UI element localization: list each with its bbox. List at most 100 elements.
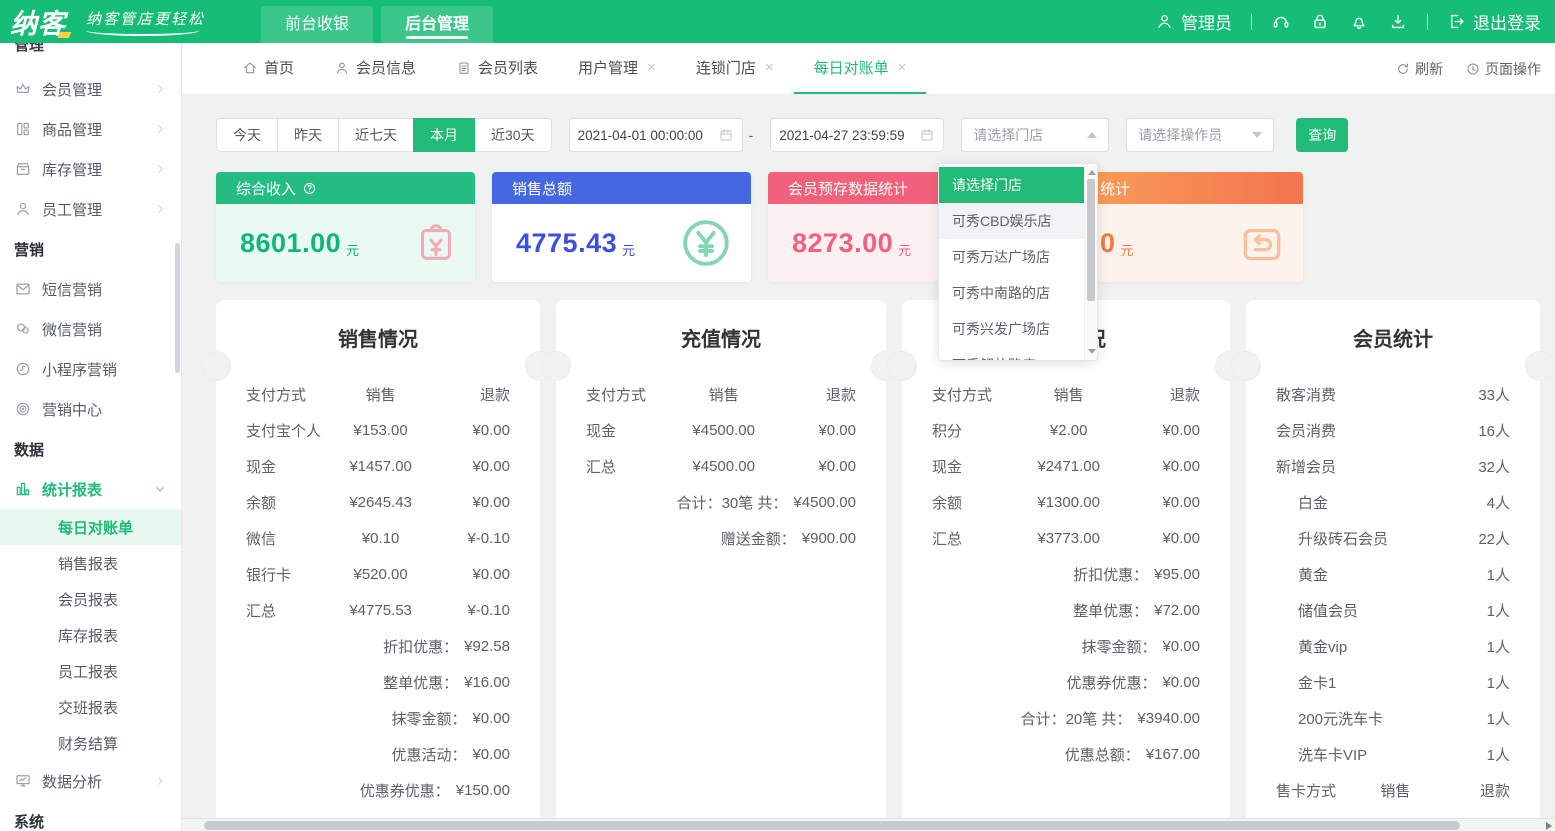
content: 今天昨天近七天本月近30天 - 请选择门店 请选择操作员 查询 综合收入 860… (182, 95, 1555, 831)
sidebar-item[interactable]: 数据分析 (0, 761, 181, 801)
sidebar-item[interactable]: 员工管理 (0, 189, 181, 229)
horizontal-scrollbar[interactable] (182, 818, 1555, 831)
quick-range-button[interactable]: 昨天 (277, 118, 339, 152)
report-panels: 销售情况 支付方式销售退款支付宝个人¥153.00¥0.00现金¥1457.00… (216, 300, 1540, 831)
store-option[interactable]: 可秀CBD娱乐店 (939, 203, 1097, 239)
staff-icon (14, 200, 32, 218)
panel-row: 优惠券优惠：¥150.00 (216, 772, 540, 808)
panel-row: 支付方式销售退款 (902, 376, 1230, 412)
sidebar-item[interactable]: 每日对账单 (0, 509, 181, 545)
panel-row: 洗车卡VIP1人 (1246, 736, 1540, 772)
dropdown-scrollbar-thumb[interactable] (1087, 179, 1095, 301)
page-actions-button[interactable]: 页面操作 (1465, 59, 1541, 79)
chevr-icon (154, 775, 167, 787)
headset-icon[interactable] (1271, 12, 1291, 32)
quick-range-group: 今天昨天近七天本月近30天 (216, 118, 552, 152)
store-select[interactable]: 请选择门店 (961, 118, 1109, 152)
store-option[interactable]: 可秀兴发广场店 (939, 311, 1097, 347)
sidebar-item[interactable]: 营销中心 (0, 389, 181, 429)
scroll-down-arrow-icon[interactable] (1088, 349, 1096, 354)
tab-bar: 首页会员信息会员列表用户管理×连锁门店×每日对账单× 刷新 页面操作 (182, 43, 1555, 95)
card-title: 综合收入 (236, 178, 296, 199)
panel-row: 银行卡¥520.00¥0.00 (216, 556, 540, 592)
sidebar-item[interactable]: 库存管理 (0, 149, 181, 189)
sidebar-item[interactable]: 商品管理 (0, 109, 181, 149)
top-nav-tab[interactable]: 后台管理 (381, 6, 493, 43)
sidebar-item[interactable]: 短信营销 (0, 269, 181, 309)
panel-row: 微信¥0.10¥-0.10 (216, 520, 540, 556)
panel-row: 现金¥2471.00¥0.00 (902, 448, 1230, 484)
panel-row: 折扣优惠：¥92.58 (216, 628, 540, 664)
lock-icon[interactable] (1310, 12, 1330, 32)
horizontal-scrollbar-thumb[interactable] (204, 821, 1460, 830)
sidebar-item[interactable]: 财务结算 (0, 725, 181, 761)
dropdown-scrollbar[interactable] (1084, 165, 1097, 359)
user-icon (334, 60, 350, 76)
download-icon[interactable] (1388, 12, 1408, 32)
page-tab[interactable]: 会员信息 (314, 43, 436, 94)
page-tab[interactable]: 用户管理× (558, 43, 676, 94)
page-tab[interactable]: 连锁门店× (676, 43, 794, 94)
chevr-icon (154, 83, 167, 95)
sidebar-item[interactable]: 数据 (0, 429, 181, 469)
quick-range-button[interactable]: 今天 (216, 118, 278, 152)
panel-row: 整单优惠：¥72.00 (902, 592, 1230, 628)
miniapp-icon (14, 360, 32, 378)
page-tab[interactable]: 会员列表 (436, 43, 558, 94)
panel-row: 金卡11人 (1246, 664, 1540, 700)
sidebar-item[interactable]: 统计报表 (0, 469, 181, 509)
search-button[interactable]: 查询 (1296, 118, 1348, 152)
store-option[interactable]: 可秀中南路的店 (939, 275, 1097, 311)
target-icon (14, 400, 32, 418)
card-unit: 元 (622, 240, 635, 259)
sidebar-item[interactable]: 会员管理 (0, 69, 181, 109)
store-option[interactable]: 可秀解放路店 (939, 347, 1097, 361)
store-option[interactable]: 请选择门店 (939, 167, 1097, 203)
stock-icon (14, 160, 32, 178)
sidebar-item[interactable]: 小程序营销 (0, 349, 181, 389)
page-tab[interactable]: 首页 (222, 43, 314, 94)
scroll-right-arrow-icon[interactable] (1546, 822, 1552, 830)
bell-icon[interactable] (1349, 12, 1369, 32)
date-from-field[interactable] (569, 118, 743, 152)
sidebar-item[interactable]: 会员报表 (0, 581, 181, 617)
close-tab-icon[interactable]: × (647, 59, 656, 76)
user-menu[interactable]: 管理员 (1155, 9, 1232, 34)
date-to-field[interactable] (770, 118, 944, 152)
date-from-input[interactable] (578, 128, 718, 143)
sidebar-item[interactable]: 员工报表 (0, 653, 181, 689)
question-icon[interactable] (302, 181, 317, 196)
scroll-up-arrow-icon[interactable] (1088, 170, 1096, 175)
panel-row: 余额¥1300.00¥0.00 (902, 484, 1230, 520)
quick-range-button[interactable]: 近七天 (338, 118, 414, 152)
store-option[interactable]: 可秀万达广场店 (939, 239, 1097, 275)
date-to-input[interactable] (779, 128, 919, 143)
sidebar-item[interactable]: 交班报表 (0, 689, 181, 725)
sidebar-item[interactable]: 系统 (0, 801, 181, 831)
quick-range-button[interactable]: 近30天 (474, 118, 552, 152)
chevr-icon (154, 123, 167, 135)
quick-range-button[interactable]: 本月 (413, 118, 475, 152)
panel-title: 会员统计 (1246, 324, 1540, 356)
panel-row: 升级砖石会员22人 (1246, 520, 1540, 556)
panel-row: 支付方式销售退款 (556, 376, 886, 412)
refundbox-icon (1237, 218, 1287, 268)
sidebar-item[interactable]: 库存报表 (0, 617, 181, 653)
sidebar-item[interactable]: 营销 (0, 229, 181, 269)
close-tab-icon[interactable]: × (765, 59, 774, 76)
page-tab[interactable]: 每日对账单× (794, 43, 927, 94)
sidebar-item[interactable]: 销售报表 (0, 545, 181, 581)
chevr-icon (154, 163, 167, 175)
refresh-button[interactable]: 刷新 (1395, 59, 1443, 79)
panel-row: 支付宝个人¥153.00¥0.00 (216, 412, 540, 448)
sidebar-scrollbar-thumb[interactable] (175, 243, 180, 373)
panel-row: 汇总¥4775.53¥-0.10 (216, 592, 540, 628)
divider (1427, 14, 1428, 30)
logout-button[interactable]: 退出登录 (1447, 9, 1541, 34)
close-tab-icon[interactable]: × (898, 59, 907, 76)
sidebar-item[interactable]: 微信营销 (0, 309, 181, 349)
operator-select[interactable]: 请选择操作员 (1126, 118, 1274, 152)
list-icon (456, 60, 472, 76)
goods-icon (14, 120, 32, 138)
top-nav-tab[interactable]: 前台收银 (261, 6, 373, 43)
